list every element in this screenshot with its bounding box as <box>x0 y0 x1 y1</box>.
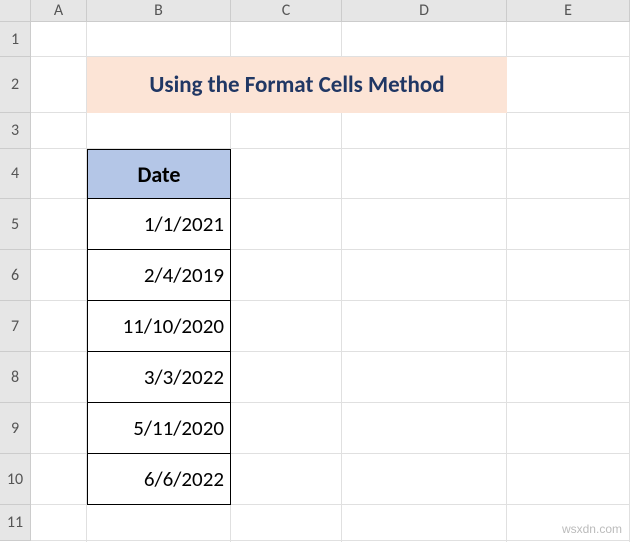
watermark: wsxdn.com <box>562 522 622 536</box>
row-header-4[interactable]: 4 <box>0 149 31 199</box>
column-headers: A B C D E <box>0 0 630 22</box>
spreadsheet-grid: A B C D E 1 2 3 4 5 6 7 8 9 10 11 <box>0 0 630 542</box>
row-header-2[interactable]: 2 <box>0 57 31 113</box>
table-cell-date[interactable]: 2/4/2019 <box>87 250 231 301</box>
row-header-5[interactable]: 5 <box>0 199 31 250</box>
table-cell-date[interactable]: 11/10/2020 <box>87 301 231 352</box>
row-header-1[interactable]: 1 <box>0 22 31 57</box>
column-header-C[interactable]: C <box>231 0 342 22</box>
table-header-date[interactable]: Date <box>87 149 231 199</box>
title-merged-cell[interactable]: Using the Format Cells Method <box>87 57 507 113</box>
cells-area: Using the Format Cells Method Date 1/1/2… <box>31 22 630 542</box>
row-header-7[interactable]: 7 <box>0 301 31 352</box>
column-header-E[interactable]: E <box>507 0 630 22</box>
table-cell-date[interactable]: 1/1/2021 <box>87 199 231 250</box>
row-headers: 1 2 3 4 5 6 7 8 9 10 11 <box>0 22 31 541</box>
table-cell-date[interactable]: 3/3/2022 <box>87 352 231 403</box>
row-header-9[interactable]: 9 <box>0 403 31 454</box>
column-header-D[interactable]: D <box>342 0 507 22</box>
row-header-10[interactable]: 10 <box>0 454 31 505</box>
row-header-6[interactable]: 6 <box>0 250 31 301</box>
column-header-A[interactable]: A <box>31 0 87 22</box>
table-cell-date[interactable]: 6/6/2022 <box>87 454 231 505</box>
select-all-corner[interactable] <box>0 0 31 22</box>
column-header-B[interactable]: B <box>87 0 231 22</box>
row-header-3[interactable]: 3 <box>0 113 31 149</box>
row-header-8[interactable]: 8 <box>0 352 31 403</box>
table-cell-date[interactable]: 5/11/2020 <box>87 403 231 454</box>
row-header-11[interactable]: 11 <box>0 505 31 541</box>
